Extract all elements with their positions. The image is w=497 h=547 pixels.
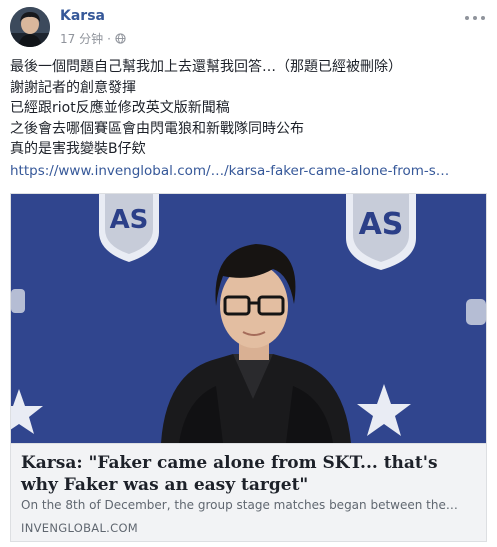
author-avatar[interactable] <box>10 7 50 47</box>
more-options-icon[interactable] <box>465 11 485 25</box>
post-line: 真的是害我變裝B仔欸 <box>10 141 146 157</box>
shield-badge-text: AS <box>110 205 149 235</box>
preview-domain: INVENGLOBAL.COM <box>21 521 139 535</box>
globe-icon[interactable] <box>115 33 126 44</box>
preview-title[interactable]: Karsa: "Faker came alone from SKT... tha… <box>21 452 479 496</box>
post-line: 之後會去哪個賽區會由閃電狼和新戰隊同時公布 <box>10 120 304 137</box>
post-header: Karsa 17 分钟 · <box>10 7 487 51</box>
post-timestamp[interactable]: 17 分钟 <box>60 30 103 47</box>
post-line: 已經跟riot反應並修改英文版新聞稿 <box>10 100 230 116</box>
preview-text-area[interactable]: Karsa: "Faker came alone from SKT... tha… <box>11 443 486 541</box>
preview-description: On the 8th of December, the group stage … <box>21 498 458 512</box>
link-preview-card[interactable]: AS AS Karsa: "Faker came alone from SKT.… <box>10 193 487 542</box>
post-line: 最後一個問題自己幫我加上去還幫我回答…（那題已經被刪除） <box>10 59 402 75</box>
shield-badge-text: AS <box>359 207 404 242</box>
author-name[interactable]: Karsa <box>60 8 105 24</box>
post-text: 最後一個問題自己幫我加上去還幫我回答…（那題已經被刪除） 謝謝記者的創意發揮 已… <box>10 57 487 160</box>
preview-image[interactable]: AS AS <box>11 194 486 443</box>
post-line: 謝謝記者的創意發揮 <box>10 79 136 96</box>
facebook-post: Karsa 17 分钟 · 最後一個問題自己幫我加上去還幫我回答…（那題已經被刪… <box>0 0 497 547</box>
post-link[interactable]: https://www.invenglobal.com/…/karsa-fake… <box>10 163 487 179</box>
post-meta: 17 分钟 · <box>60 30 126 47</box>
